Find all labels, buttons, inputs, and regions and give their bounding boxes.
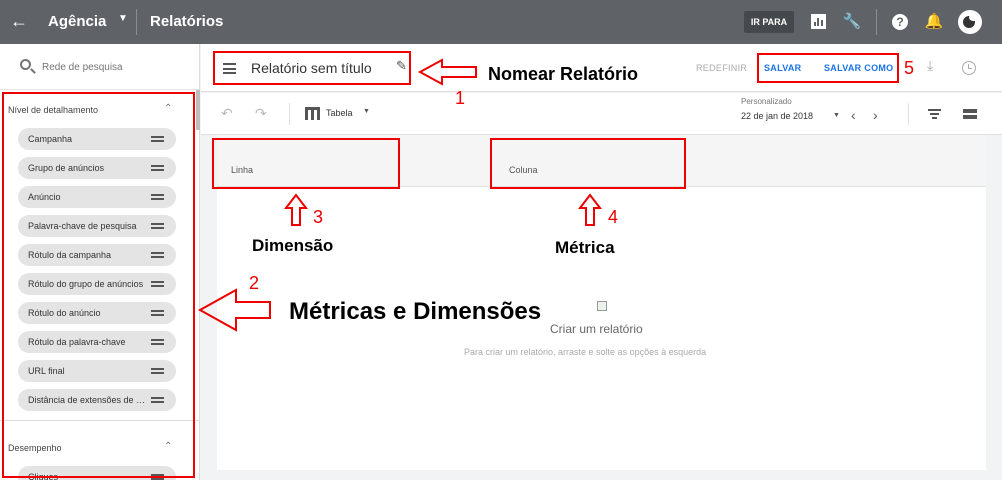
annotation-number-4: 4 — [608, 207, 619, 227]
annotation-label-metrics-dimensions: Métricas e Dimensões — [289, 298, 542, 325]
annotation-number-1: 1 — [455, 88, 466, 108]
annotation-arrow-2 — [197, 288, 271, 332]
annotation-arrow-3 — [283, 193, 309, 226]
annotation-label-metric: Métrica — [555, 238, 615, 257]
annotation-arrow-1 — [417, 58, 477, 86]
annotation-number-5: 5 — [904, 58, 915, 78]
annotation-label-rename: Nomear Relatório — [488, 64, 639, 84]
annotation-arrow-4 — [577, 193, 603, 226]
annotation-number-3: 3 — [313, 207, 324, 227]
annotation-label-dimension: Dimensão — [252, 236, 334, 255]
annotation-number-2: 2 — [249, 273, 260, 293]
